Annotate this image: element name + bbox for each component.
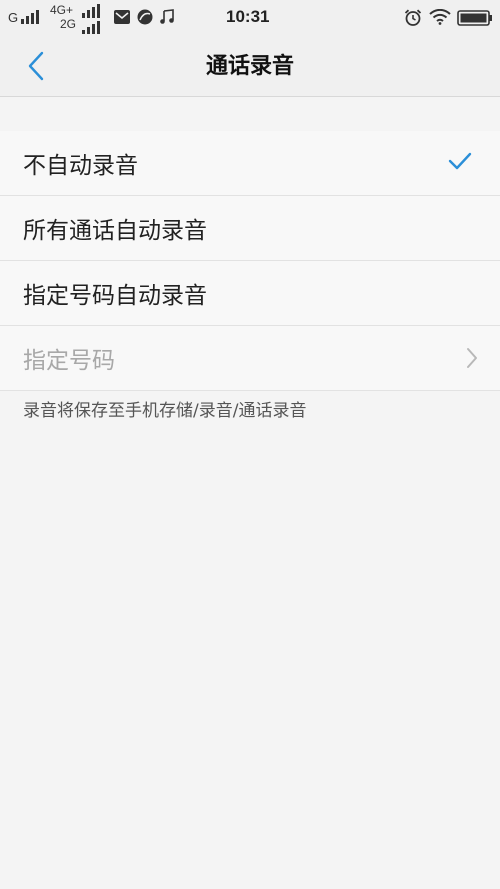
mail-icon: [114, 10, 130, 24]
storage-path-hint: 录音将保存至手机存储/录音/通话录音: [23, 401, 307, 421]
option-record-all-calls[interactable]: 所有通话自动录音: [0, 196, 500, 261]
chevron-left-icon: [28, 51, 44, 81]
option-label: 指定号码自动录音: [23, 283, 207, 309]
nav-bar: 通话录音: [0, 36, 500, 97]
page-title: 通话录音: [205, 54, 294, 79]
option-no-auto-record[interactable]: 不自动录音: [0, 131, 500, 196]
checkmark-icon: [448, 152, 472, 170]
signal-icon-2: [82, 4, 100, 18]
browser-icon: [137, 9, 153, 25]
status-time: 10:31: [226, 7, 270, 26]
option-record-specified-numbers[interactable]: 指定号码自动录音: [0, 261, 500, 326]
signal-icon-3: [82, 20, 100, 34]
back-button[interactable]: [18, 48, 54, 84]
specified-numbers-label: 指定号码: [23, 348, 115, 374]
music-icon: [160, 9, 174, 24]
recording-options-list: 不自动录音 所有通话自动录音 指定号码自动录音 指定号码: [0, 131, 500, 391]
option-label: 所有通话自动录音: [23, 218, 207, 244]
specified-numbers-item[interactable]: 指定号码: [0, 326, 500, 391]
carrier-label-2: 4G+ 2G: [50, 3, 77, 31]
wifi-icon: [429, 9, 451, 25]
chevron-right-icon: [467, 348, 477, 368]
option-label: 不自动录音: [23, 153, 138, 179]
status-bar: G 4G+ 2G 10:31: [0, 0, 500, 36]
carrier-label-1: G: [8, 10, 19, 25]
signal-icon: [21, 10, 39, 24]
battery-icon: [457, 10, 492, 26]
alarm-icon: [404, 9, 422, 26]
